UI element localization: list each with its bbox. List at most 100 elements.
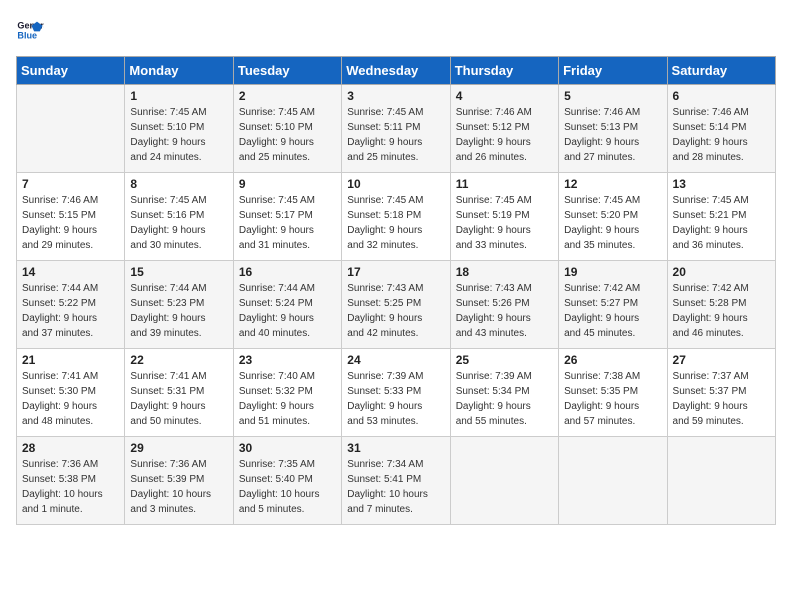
day-header-wednesday: Wednesday	[342, 57, 450, 85]
day-number: 18	[456, 265, 553, 279]
day-info: Sunrise: 7:45 AM Sunset: 5:11 PM Dayligh…	[347, 105, 444, 165]
week-row-2: 7 Sunrise: 7:46 AM Sunset: 5:15 PM Daylig…	[17, 173, 776, 261]
day-info: Sunrise: 7:36 AM Sunset: 5:39 PM Dayligh…	[130, 457, 227, 517]
calendar-cell	[667, 437, 775, 525]
day-info: Sunrise: 7:38 AM Sunset: 5:35 PM Dayligh…	[564, 369, 661, 429]
day-info: Sunrise: 7:39 AM Sunset: 5:34 PM Dayligh…	[456, 369, 553, 429]
calendar-cell: 22 Sunrise: 7:41 AM Sunset: 5:31 PM Dayli…	[125, 349, 233, 437]
day-number: 26	[564, 353, 661, 367]
week-row-5: 28Sunrise: 7:36 AM Sunset: 5:38 PM Dayli…	[17, 437, 776, 525]
day-info: Sunrise: 7:45 AM Sunset: 5:16 PM Dayligh…	[130, 193, 227, 253]
calendar-cell: 16 Sunrise: 7:44 AM Sunset: 5:24 PM Dayli…	[233, 261, 341, 349]
day-info: Sunrise: 7:44 AM Sunset: 5:22 PM Dayligh…	[22, 281, 119, 341]
day-number: 7	[22, 177, 119, 191]
calendar-cell: 23 Sunrise: 7:40 AM Sunset: 5:32 PM Dayli…	[233, 349, 341, 437]
calendar-cell: 2 Sunrise: 7:45 AM Sunset: 5:10 PM Daylig…	[233, 85, 341, 173]
svg-text:Blue: Blue	[17, 30, 37, 40]
day-number: 13	[673, 177, 770, 191]
day-number: 2	[239, 89, 336, 103]
calendar-cell: 10 Sunrise: 7:45 AM Sunset: 5:18 PM Dayli…	[342, 173, 450, 261]
calendar-cell: 25 Sunrise: 7:39 AM Sunset: 5:34 PM Dayli…	[450, 349, 558, 437]
calendar-cell: 15 Sunrise: 7:44 AM Sunset: 5:23 PM Dayli…	[125, 261, 233, 349]
calendar-cell: 9Sunrise: 7:45 AM Sunset: 5:17 PM Daylig…	[233, 173, 341, 261]
day-info: Sunrise: 7:45 AM Sunset: 5:10 PM Dayligh…	[130, 105, 227, 165]
day-info: Sunrise: 7:45 AM Sunset: 5:10 PM Dayligh…	[239, 105, 336, 165]
day-number: 21	[22, 353, 119, 367]
calendar-cell: 8Sunrise: 7:45 AM Sunset: 5:16 PM Daylig…	[125, 173, 233, 261]
calendar-cell: 26 Sunrise: 7:38 AM Sunset: 5:35 PM Dayli…	[559, 349, 667, 437]
day-info: Sunrise: 7:45 AM Sunset: 5:17 PM Dayligh…	[239, 193, 336, 253]
calendar-cell: 5Sunrise: 7:46 AM Sunset: 5:13 PM Daylig…	[559, 85, 667, 173]
logo-icon: General Blue	[16, 16, 44, 44]
calendar-cell	[17, 85, 125, 173]
day-number: 19	[564, 265, 661, 279]
calendar-cell: 11Sunrise: 7:45 AM Sunset: 5:19 PM Dayli…	[450, 173, 558, 261]
day-number: 1	[130, 89, 227, 103]
day-header-saturday: Saturday	[667, 57, 775, 85]
day-number: 17	[347, 265, 444, 279]
calendar-cell: 12 Sunrise: 7:45 AM Sunset: 5:20 PM Dayli…	[559, 173, 667, 261]
day-number: 20	[673, 265, 770, 279]
day-info: Sunrise: 7:36 AM Sunset: 5:38 PM Dayligh…	[22, 457, 119, 517]
day-number: 23	[239, 353, 336, 367]
day-info: Sunrise: 7:35 AM Sunset: 5:40 PM Dayligh…	[239, 457, 336, 517]
day-info: Sunrise: 7:40 AM Sunset: 5:32 PM Dayligh…	[239, 369, 336, 429]
week-row-3: 14 Sunrise: 7:44 AM Sunset: 5:22 PM Dayli…	[17, 261, 776, 349]
calendar-cell: 4 Sunrise: 7:46 AM Sunset: 5:12 PM Daylig…	[450, 85, 558, 173]
week-row-4: 21 Sunrise: 7:41 AM Sunset: 5:30 PM Dayli…	[17, 349, 776, 437]
day-info: Sunrise: 7:34 AM Sunset: 5:41 PM Dayligh…	[347, 457, 444, 517]
day-number: 24	[347, 353, 444, 367]
day-number: 6	[673, 89, 770, 103]
day-number: 11	[456, 177, 553, 191]
day-info: Sunrise: 7:45 AM Sunset: 5:20 PM Dayligh…	[564, 193, 661, 253]
calendar-cell: 30 Sunrise: 7:35 AM Sunset: 5:40 PM Dayli…	[233, 437, 341, 525]
day-info: Sunrise: 7:44 AM Sunset: 5:24 PM Dayligh…	[239, 281, 336, 341]
day-number: 4	[456, 89, 553, 103]
day-header-friday: Friday	[559, 57, 667, 85]
day-number: 25	[456, 353, 553, 367]
calendar-cell: 7 Sunrise: 7:46 AM Sunset: 5:15 PM Daylig…	[17, 173, 125, 261]
day-number: 27	[673, 353, 770, 367]
calendar-cell	[559, 437, 667, 525]
day-info: Sunrise: 7:37 AM Sunset: 5:37 PM Dayligh…	[673, 369, 770, 429]
calendar-cell: 31 Sunrise: 7:34 AM Sunset: 5:41 PM Dayli…	[342, 437, 450, 525]
calendar-cell: 14 Sunrise: 7:44 AM Sunset: 5:22 PM Dayli…	[17, 261, 125, 349]
day-number: 31	[347, 441, 444, 455]
day-info: Sunrise: 7:44 AM Sunset: 5:23 PM Dayligh…	[130, 281, 227, 341]
day-info: Sunrise: 7:46 AM Sunset: 5:15 PM Dayligh…	[22, 193, 119, 253]
calendar-cell: 6 Sunrise: 7:46 AM Sunset: 5:14 PM Daylig…	[667, 85, 775, 173]
calendar-cell: 17 Sunrise: 7:43 AM Sunset: 5:25 PM Dayli…	[342, 261, 450, 349]
calendar-cell: 24 Sunrise: 7:39 AM Sunset: 5:33 PM Dayli…	[342, 349, 450, 437]
day-info: Sunrise: 7:41 AM Sunset: 5:30 PM Dayligh…	[22, 369, 119, 429]
day-header-monday: Monday	[125, 57, 233, 85]
day-number: 30	[239, 441, 336, 455]
day-info: Sunrise: 7:46 AM Sunset: 5:13 PM Dayligh…	[564, 105, 661, 165]
day-number: 15	[130, 265, 227, 279]
calendar-cell: 27 Sunrise: 7:37 AM Sunset: 5:37 PM Dayli…	[667, 349, 775, 437]
calendar-cell: 13 Sunrise: 7:45 AM Sunset: 5:21 PM Dayli…	[667, 173, 775, 261]
calendar-cell: 28Sunrise: 7:36 AM Sunset: 5:38 PM Dayli…	[17, 437, 125, 525]
day-info: Sunrise: 7:41 AM Sunset: 5:31 PM Dayligh…	[130, 369, 227, 429]
calendar-table: SundayMondayTuesdayWednesdayThursdayFrid…	[16, 56, 776, 525]
calendar-cell	[450, 437, 558, 525]
calendar-cell: 20Sunrise: 7:42 AM Sunset: 5:28 PM Dayli…	[667, 261, 775, 349]
day-number: 12	[564, 177, 661, 191]
day-number: 16	[239, 265, 336, 279]
day-info: Sunrise: 7:45 AM Sunset: 5:21 PM Dayligh…	[673, 193, 770, 253]
day-number: 22	[130, 353, 227, 367]
page-header: General Blue	[16, 16, 776, 44]
day-header-tuesday: Tuesday	[233, 57, 341, 85]
week-row-1: 1 Sunrise: 7:45 AM Sunset: 5:10 PM Daylig…	[17, 85, 776, 173]
day-info: Sunrise: 7:43 AM Sunset: 5:25 PM Dayligh…	[347, 281, 444, 341]
day-info: Sunrise: 7:42 AM Sunset: 5:27 PM Dayligh…	[564, 281, 661, 341]
logo: General Blue	[16, 16, 48, 44]
day-number: 3	[347, 89, 444, 103]
day-number: 14	[22, 265, 119, 279]
calendar-cell: 19 Sunrise: 7:42 AM Sunset: 5:27 PM Dayli…	[559, 261, 667, 349]
day-info: Sunrise: 7:46 AM Sunset: 5:12 PM Dayligh…	[456, 105, 553, 165]
day-info: Sunrise: 7:43 AM Sunset: 5:26 PM Dayligh…	[456, 281, 553, 341]
day-info: Sunrise: 7:46 AM Sunset: 5:14 PM Dayligh…	[673, 105, 770, 165]
day-info: Sunrise: 7:39 AM Sunset: 5:33 PM Dayligh…	[347, 369, 444, 429]
day-number: 10	[347, 177, 444, 191]
day-info: Sunrise: 7:45 AM Sunset: 5:18 PM Dayligh…	[347, 193, 444, 253]
